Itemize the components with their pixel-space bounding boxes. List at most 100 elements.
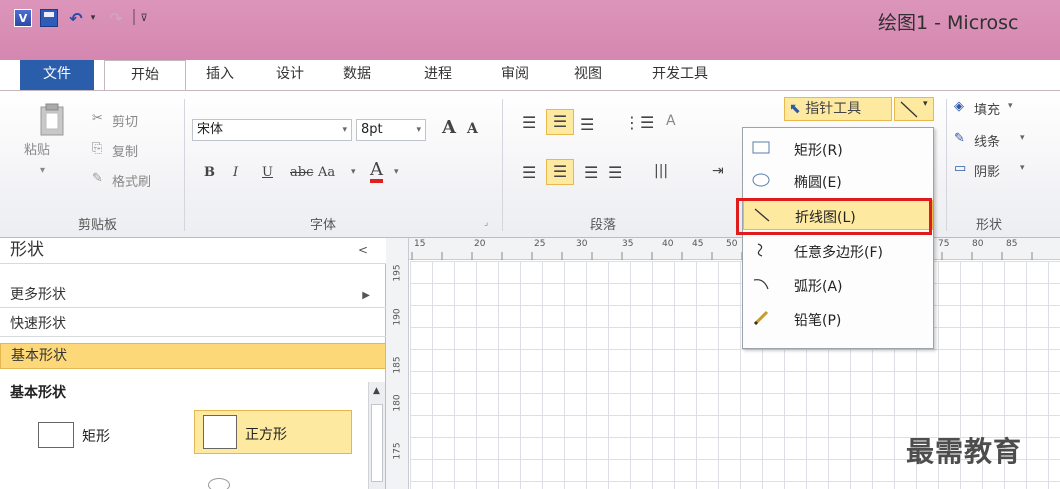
pencil-icon (753, 310, 769, 326)
tab-insert[interactable]: 插入 (200, 60, 240, 90)
tab-developer[interactable]: 开发工具 (640, 60, 720, 90)
quick-shapes-label: 快速形状 (10, 316, 66, 332)
menu-item-rectangle[interactable]: 矩形(R) (743, 134, 933, 164)
tab-file[interactable]: 文件 (20, 60, 94, 90)
basic-shapes-label: 基本形状 (11, 348, 67, 364)
fill-label[interactable]: 填充 (974, 99, 1000, 118)
square-shape-item[interactable]: 正方形 (194, 410, 352, 454)
tab-data[interactable]: 数据 (337, 60, 377, 90)
shadow-icon[interactable]: ▭ (954, 161, 966, 176)
menu-item-label: 椭圆(E) (794, 175, 842, 191)
format-painter-label[interactable]: 格式刷 (112, 171, 151, 190)
line-color-icon[interactable]: ✎ (954, 131, 965, 146)
quick-shapes-item[interactable]: 快速形状 (0, 313, 386, 337)
undo-dropdown-icon[interactable]: ▾ (88, 9, 98, 27)
rectangle-shape-icon[interactable] (38, 422, 74, 448)
bullets-icon[interactable]: ⋮☰ (624, 113, 654, 132)
font-size-select[interactable]: 8pt ▾ (356, 119, 426, 141)
align-middle-icon[interactable]: ☰ (546, 109, 574, 135)
scroll-thumb[interactable] (371, 404, 383, 482)
ruler-tick-label: 190 (392, 308, 403, 326)
stencil-area: 基本形状 矩形 正方形 (0, 378, 370, 489)
line-dropdown-icon[interactable]: ▾ (1020, 133, 1025, 143)
circle-shape-icon[interactable] (208, 478, 230, 489)
font-name-select[interactable]: 宋体 ▾ (192, 119, 352, 141)
line-label[interactable]: 线条 (974, 131, 1000, 150)
menu-item-freeform[interactable]: 任意多边形(F) (743, 236, 933, 266)
tab-view[interactable]: 视图 (568, 60, 608, 90)
justify-icon[interactable]: ☰ (608, 163, 622, 182)
font-name-dropdown-icon[interactable]: ▾ (342, 120, 347, 140)
fill-dropdown-icon[interactable]: ▾ (1008, 101, 1013, 111)
tab-process[interactable]: 进程 (418, 60, 458, 90)
align-left-icon[interactable]: ☰ (522, 163, 536, 182)
rectangle-shape-label[interactable]: 矩形 (82, 426, 110, 446)
square-shape-icon (203, 415, 237, 449)
shapes-panel-title: 形状 (10, 240, 44, 260)
grow-font-button[interactable]: A (442, 117, 456, 138)
cut-icon[interactable]: ✂ (92, 111, 103, 126)
stencil-scrollbar[interactable]: ▲ (368, 382, 385, 489)
paste-icon[interactable] (38, 103, 66, 137)
customize-quick-access-icon[interactable]: ⊽ (138, 9, 150, 27)
font-color-dropdown-icon[interactable]: ▾ (394, 167, 399, 177)
collapse-panel-icon[interactable]: < (358, 238, 368, 263)
square-shape-label: 正方形 (245, 427, 287, 443)
copy-label[interactable]: 复制 (112, 141, 138, 160)
strikethrough-button[interactable]: abc (290, 165, 313, 180)
align-right-icon[interactable]: ☰ (584, 163, 598, 182)
scroll-up-icon[interactable]: ▲ (373, 386, 380, 396)
font-name-value: 宋体 (197, 122, 224, 137)
tab-design[interactable]: 设计 (270, 60, 310, 90)
menu-item-ellipse[interactable]: 椭圆(E) (743, 166, 933, 196)
group-divider (502, 99, 503, 231)
redo-icon[interactable]: ↷ (106, 9, 126, 28)
tab-home[interactable]: 开始 (104, 60, 186, 91)
more-shapes-item[interactable]: 更多形状 ▶ (0, 284, 386, 308)
copy-icon[interactable]: ⎘ (92, 141, 102, 156)
indent-icon[interactable]: ⇥ (712, 163, 724, 179)
format-painter-icon[interactable]: ✎ (92, 171, 103, 186)
stencil-title: 基本形状 (10, 385, 66, 401)
drawing-tools-dropdown[interactable]: ▾ (894, 97, 934, 121)
ruler-tick-label: 175 (392, 442, 403, 460)
shrink-font-button[interactable]: A (467, 121, 478, 137)
change-case-button[interactable]: Aa (318, 165, 335, 180)
pointer-tool-button[interactable]: ⬉ 指针工具 (784, 97, 892, 121)
annotation-highlight-box (736, 198, 932, 235)
tab-review[interactable]: 审阅 (495, 60, 535, 90)
group-divider (184, 99, 185, 231)
font-size-dropdown-icon[interactable]: ▾ (416, 120, 421, 140)
paste-dropdown-icon[interactable]: ▾ (40, 165, 45, 176)
menu-item-pencil[interactable]: 铅笔(P) (743, 304, 933, 334)
basic-shapes-item[interactable]: 基本形状 (0, 343, 386, 369)
arc-icon (753, 279, 769, 290)
text-direction-icon[interactable]: A (666, 113, 676, 129)
menu-item-arc[interactable]: 弧形(A) (743, 270, 933, 300)
cut-label[interactable]: 剪切 (112, 111, 138, 130)
font-dialog-launcher-icon[interactable]: ⌟ (484, 218, 488, 228)
fill-icon[interactable]: ◈ (954, 99, 964, 114)
menu-item-label: 矩形(R) (794, 143, 843, 159)
italic-button[interactable]: I (233, 165, 238, 180)
distribute-icon[interactable]: ||| (654, 163, 668, 179)
shadow-dropdown-icon[interactable]: ▾ (1020, 163, 1025, 173)
underline-button[interactable]: U (262, 165, 273, 180)
bold-button[interactable]: B (204, 165, 215, 180)
change-case-dropdown-icon[interactable]: ▾ (351, 167, 356, 177)
freeform-icon (757, 243, 763, 257)
visio-app-icon[interactable]: V (14, 9, 32, 27)
align-top-icon[interactable]: ☰ (522, 113, 536, 132)
undo-icon[interactable]: ↶ (66, 9, 86, 28)
pointer-tool-label: 指针工具 (805, 101, 862, 117)
paste-label[interactable]: 粘贴 (24, 139, 50, 158)
menu-item-label: 任意多边形(F) (794, 245, 883, 261)
align-center-icon[interactable]: ☰ (546, 159, 574, 185)
save-icon[interactable] (40, 9, 58, 27)
font-color-button[interactable]: A (370, 161, 383, 183)
align-bottom-icon[interactable]: ☰ (580, 115, 594, 134)
shadow-label[interactable]: 阴影 (974, 161, 1000, 180)
paragraph-group-label: 段落 (590, 218, 617, 233)
chevron-right-icon: ▶ (362, 290, 370, 301)
clipboard-group-label: 剪贴板 (78, 218, 118, 233)
